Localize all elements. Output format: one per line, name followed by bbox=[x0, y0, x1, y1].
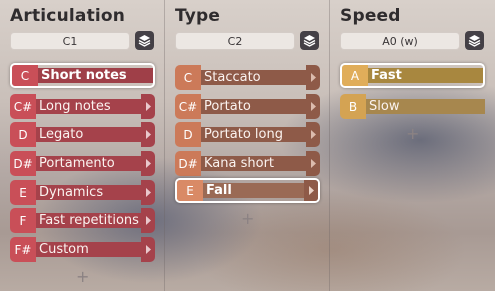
chevron-right-icon[interactable] bbox=[306, 65, 320, 90]
layers-icon[interactable] bbox=[300, 31, 319, 50]
list-item[interactable]: C Short notes bbox=[10, 63, 155, 88]
chevron-right-icon[interactable] bbox=[141, 94, 155, 119]
chevron-right-icon[interactable] bbox=[141, 122, 155, 147]
item-key: D# bbox=[175, 151, 201, 176]
item-key: D# bbox=[10, 151, 36, 176]
item-key: E bbox=[177, 180, 203, 201]
item-key: E bbox=[10, 180, 36, 205]
item-label: Portato bbox=[201, 99, 306, 114]
column-title: Articulation bbox=[10, 6, 126, 26]
list-item[interactable]: D Legato bbox=[10, 122, 155, 147]
chevron-right-icon[interactable] bbox=[141, 237, 155, 262]
column-divider bbox=[164, 0, 165, 291]
chevron-right-icon[interactable] bbox=[141, 180, 155, 205]
item-key: C bbox=[175, 65, 201, 90]
item-key: C bbox=[12, 65, 38, 86]
list-item[interactable]: C# Long notes bbox=[10, 94, 155, 119]
key-selector[interactable]: A0 (w) bbox=[340, 32, 460, 50]
column-articulation: Articulation C1 C Short notes C# Long no… bbox=[10, 0, 158, 291]
item-label: Custom bbox=[36, 242, 141, 257]
key-selector[interactable]: C1 bbox=[10, 32, 130, 50]
item-label: Portamento bbox=[36, 156, 141, 171]
layers-icon[interactable] bbox=[135, 31, 154, 50]
list-item[interactable]: D# Kana short bbox=[175, 151, 320, 176]
item-key: A bbox=[342, 65, 368, 86]
key-selector[interactable]: C2 bbox=[175, 32, 295, 50]
list-item[interactable]: E Fall bbox=[175, 178, 320, 203]
list-item[interactable]: A Fast bbox=[340, 63, 485, 88]
item-label: Fast repetitions bbox=[36, 213, 141, 228]
list-item[interactable]: C Staccato bbox=[175, 65, 320, 90]
item-key: F bbox=[10, 208, 36, 233]
item-label: Fast bbox=[368, 68, 483, 83]
list-item[interactable]: E Dynamics bbox=[10, 180, 155, 205]
chevron-right-icon[interactable] bbox=[141, 208, 155, 233]
item-key: D bbox=[10, 122, 36, 147]
list-item[interactable]: D Portato long bbox=[175, 122, 320, 147]
chevron-right-icon[interactable] bbox=[304, 180, 318, 201]
item-label: Long notes bbox=[36, 99, 141, 114]
item-key: F# bbox=[10, 237, 36, 262]
chevron-right-icon[interactable] bbox=[306, 151, 320, 176]
add-item-button[interactable]: + bbox=[241, 209, 254, 228]
chevron-right-icon[interactable] bbox=[141, 151, 155, 176]
column-speed: Speed A0 (w) A Fast B Slow + bbox=[340, 0, 488, 291]
add-item-button[interactable]: + bbox=[406, 124, 419, 143]
item-label: Legato bbox=[36, 127, 141, 142]
item-label: Kana short bbox=[201, 156, 306, 171]
list-item[interactable]: B Slow bbox=[340, 94, 485, 119]
chevron-right-icon[interactable] bbox=[306, 122, 320, 147]
item-label: Dynamics bbox=[36, 185, 141, 200]
item-label: Fall bbox=[203, 183, 304, 198]
column-title: Speed bbox=[340, 6, 401, 26]
list-item[interactable]: C# Portato bbox=[175, 94, 320, 119]
chevron-right-icon[interactable] bbox=[306, 94, 320, 119]
list-item[interactable]: F# Custom bbox=[10, 237, 155, 262]
item-key: C# bbox=[10, 94, 36, 119]
item-key: D bbox=[175, 122, 201, 147]
column-divider bbox=[329, 0, 330, 291]
add-item-button[interactable]: + bbox=[76, 267, 89, 286]
item-key: B bbox=[340, 94, 366, 119]
item-label: Short notes bbox=[38, 68, 153, 83]
list-item[interactable]: D# Portamento bbox=[10, 151, 155, 176]
layers-icon[interactable] bbox=[465, 31, 484, 50]
column-type: Type C2 C Staccato C# Portato D Portato … bbox=[175, 0, 323, 291]
item-label: Portato long bbox=[201, 127, 306, 142]
item-label: Staccato bbox=[201, 70, 306, 85]
list-item[interactable]: F Fast repetitions bbox=[10, 208, 155, 233]
item-label: Slow bbox=[366, 99, 485, 114]
column-title: Type bbox=[175, 6, 221, 26]
item-key: C# bbox=[175, 94, 201, 119]
